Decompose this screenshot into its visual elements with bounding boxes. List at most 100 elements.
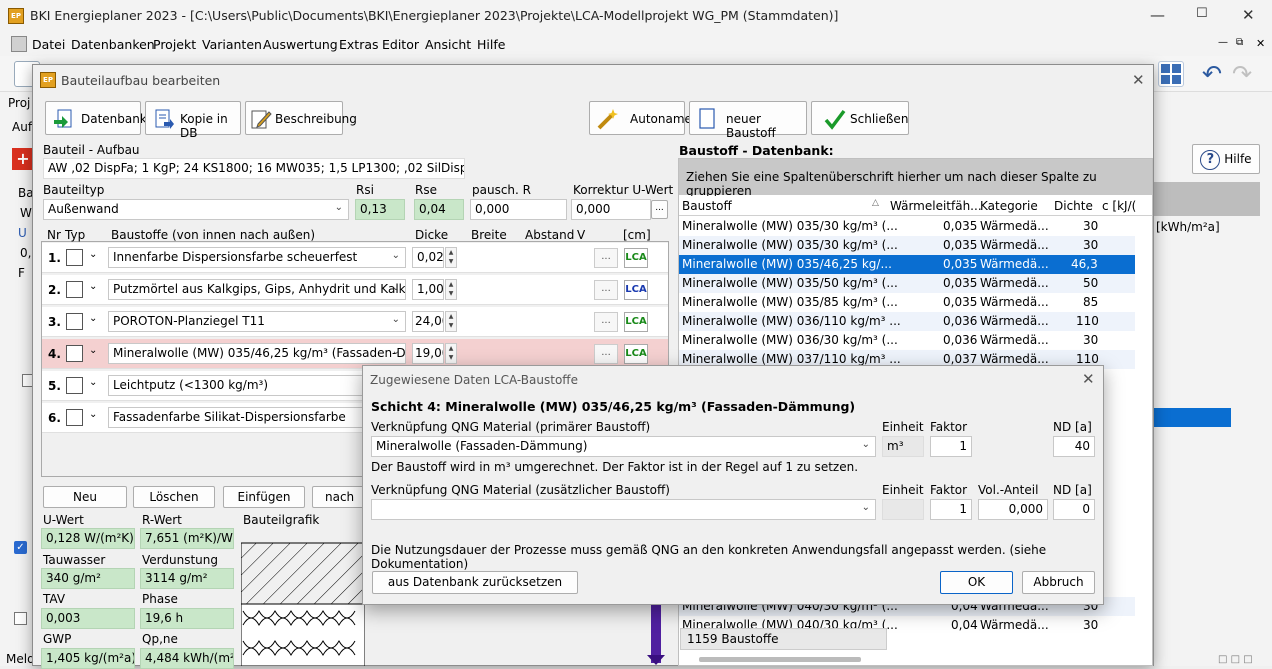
layer-thickness-field[interactable]: 0,02 (412, 247, 444, 268)
abbruch-button[interactable]: Abbruch (1022, 571, 1095, 594)
layer-ellipsis-button[interactable]: ... (594, 312, 618, 332)
faktor2-field[interactable]: 1 (930, 499, 972, 520)
mdi-restore-icon[interactable]: ⧉ (1236, 37, 1243, 48)
thickness-spinner[interactable]: ▲ ▼ (445, 247, 457, 268)
autoname-button[interactable]: Autoname (589, 101, 692, 135)
menu-ansicht[interactable]: Ansicht (425, 37, 471, 52)
ok-button[interactable]: OK (940, 571, 1013, 594)
rse-field[interactable]: 0,04 (414, 199, 464, 220)
chevron-down-icon[interactable]: ⌄ (89, 377, 97, 388)
layer-material-select[interactable]: Putzmörtel aus Kalkgips, Gips, Anhydrit … (108, 279, 406, 300)
bg-minimize-icon[interactable]: □ □ □ (1218, 654, 1253, 665)
grid-view-icon[interactable] (1158, 61, 1184, 87)
chevron-down-icon[interactable]: ⌄ (89, 281, 97, 292)
aufbau-tab[interactable]: Auf (12, 120, 32, 134)
layer-type-checkbox[interactable] (66, 281, 83, 298)
layer-thickness-field[interactable]: 1,00 (412, 279, 444, 300)
minimize-icon[interactable]: — (1150, 6, 1165, 24)
neuer-baustoff-button[interactable]: neuer Baustoff (689, 101, 807, 140)
dialog-close-icon[interactable]: ✕ (1132, 71, 1145, 89)
table-row[interactable]: Mineralwolle (MW) 035/50 kg/m³ (... 0,03… (679, 274, 1135, 293)
layer-type-checkbox[interactable] (66, 313, 83, 330)
maximize-icon[interactable]: ☐ (1196, 6, 1208, 21)
beschreibung-button[interactable]: Beschreibung (245, 101, 357, 135)
menu-hilfe[interactable]: Hilfe (477, 37, 505, 52)
kopie-in-db-button[interactable]: Kopie in DB (145, 101, 241, 140)
nd-field[interactable]: 40 (1053, 436, 1095, 457)
korrektur-u-wert-field[interactable]: 0,000 (571, 199, 651, 220)
chevron-down-icon[interactable]: ⌄ (89, 345, 97, 356)
layer-ellipsis-button[interactable]: ... (594, 344, 618, 364)
layer-material-select[interactable]: POROTON-Planziegel T11 ⌄ (108, 311, 406, 332)
col-header-dichte[interactable]: Dichte (1054, 199, 1093, 213)
table-row-selected[interactable]: Mineralwolle (MW) 035/46,25 kg/... 0,035… (679, 255, 1135, 274)
lca-button[interactable]: LCA (624, 312, 648, 332)
reset-from-db-button[interactable]: aus Datenbank zurücksetzen (372, 571, 578, 594)
hilfe-button[interactable]: ? Hilfe (1192, 144, 1260, 174)
lca-button[interactable]: LCA (624, 344, 648, 364)
layer-row[interactable]: 1. ⌄ Innenfarbe Dispersionsfarbe scheuer… (42, 243, 668, 273)
bauteiltyp-select[interactable]: Außenwand ⌄ (43, 199, 349, 220)
menu-datenbanken[interactable]: Datenbanken (71, 37, 155, 52)
document-menu-icon[interactable] (11, 36, 27, 52)
checkbox-checked[interactable]: ✓ (14, 541, 27, 554)
col-header-c[interactable]: c [kJ/( (1102, 199, 1136, 213)
secondary-material-select[interactable]: ⌄ (371, 499, 876, 520)
bauteil-aufbau-field[interactable]: AW ,02 DispFa; 1 KgP; 24 KS1800; 16 MW03… (43, 158, 465, 179)
layer-type-checkbox[interactable] (66, 409, 83, 426)
layer-type-checkbox[interactable] (66, 249, 83, 266)
menu-editor[interactable]: Editor (382, 37, 419, 52)
neu-button[interactable]: Neu (43, 486, 127, 508)
chevron-down-icon[interactable]: ⌄ (89, 249, 97, 260)
vol-anteil-field[interactable]: 0,000 (978, 499, 1048, 520)
datenbank-button[interactable]: Datenbank (45, 101, 147, 135)
redo-icon[interactable]: ↷ (1232, 60, 1252, 88)
table-row[interactable]: Mineralwolle (MW) 035/30 kg/m³ (... 0,03… (679, 217, 1135, 236)
chevron-down-icon[interactable]: ⌄ (89, 313, 97, 324)
layer-thickness-field[interactable]: 24,00 (412, 311, 444, 332)
korrektur-ellipsis-button[interactable]: ... (651, 200, 668, 219)
add-icon[interactable]: + (12, 148, 34, 170)
menu-projekt[interactable]: Projekt (153, 37, 196, 52)
rsi-field[interactable]: 0,13 (355, 199, 405, 220)
layer-thickness-field[interactable]: 19,00 (412, 343, 444, 364)
layer-ellipsis-button[interactable]: ... (594, 248, 618, 268)
layer-row[interactable]: 2. ⌄ Putzmörtel aus Kalkgips, Gips, Anhy… (42, 275, 668, 305)
table-row[interactable]: Mineralwolle (MW) 035/85 kg/m³ (... 0,03… (679, 293, 1135, 312)
project-tab[interactable]: Proj (8, 96, 30, 110)
primary-material-select[interactable]: Mineralwolle (Fassaden-Dämmung) ⌄ (371, 436, 876, 457)
col-header-kategorie[interactable]: Kategorie (980, 199, 1038, 213)
group-by-area[interactable]: Ziehen Sie eine Spaltenüberschrift hierh… (679, 159, 1152, 198)
layer-ellipsis-button[interactable]: ... (594, 280, 618, 300)
mdi-close-icon[interactable]: ✕ (1256, 37, 1265, 50)
layer-material-select[interactable]: Mineralwolle (MW) 035/46,25 kg/m³ (Fassa… (108, 343, 406, 364)
mdi-minimize-icon[interactable]: — (1218, 37, 1228, 48)
close-icon[interactable]: ✕ (1242, 6, 1255, 24)
chevron-down-icon[interactable]: ⌄ (89, 409, 97, 420)
thickness-spinner[interactable]: ▲ ▼ (445, 279, 457, 300)
thickness-spinner[interactable]: ▲ ▼ (445, 343, 457, 364)
col-header-baustoff[interactable]: Baustoff (682, 199, 732, 213)
menu-varianten[interactable]: Varianten (202, 37, 262, 52)
col-header-waermeleitfaehigkeit[interactable]: Wärmeleitfäh... (890, 199, 982, 213)
menu-datei[interactable]: Datei (32, 37, 65, 52)
nd2-field[interactable]: 0 (1053, 499, 1095, 520)
layer-type-checkbox[interactable] (66, 377, 83, 394)
modal-close-icon[interactable]: ✕ (1082, 370, 1095, 388)
nach-oben-button[interactable]: nach ol (312, 486, 368, 508)
menu-auswertung[interactable]: Auswertung (263, 37, 338, 52)
menu-extras[interactable]: Extras (339, 37, 379, 52)
loeschen-button[interactable]: Löschen (133, 486, 215, 508)
layer-type-checkbox[interactable] (66, 345, 83, 362)
faktor-field[interactable]: 1 (930, 436, 972, 457)
einfuegen-button[interactable]: Einfügen (223, 486, 305, 508)
layer-material-select[interactable]: Innenfarbe Dispersionsfarbe scheuerfest ⌄ (108, 247, 406, 268)
thickness-spinner[interactable]: ▲ ▼ (445, 311, 457, 332)
table-row[interactable]: Mineralwolle (MW) 036/30 kg/m³ (... 0,03… (679, 331, 1135, 350)
pausch-r-field[interactable]: 0,000 (470, 199, 567, 220)
checkbox[interactable] (14, 612, 27, 625)
undo-icon[interactable]: ↶ (1202, 60, 1222, 88)
table-row[interactable]: Mineralwolle (MW) 036/110 kg/m³ ... 0,03… (679, 312, 1135, 331)
schliessen-button[interactable]: Schließen (811, 101, 909, 135)
layer-row[interactable]: 3. ⌄ POROTON-Planziegel T11 ⌄ 24,00 ▲▼ ..… (42, 307, 668, 337)
